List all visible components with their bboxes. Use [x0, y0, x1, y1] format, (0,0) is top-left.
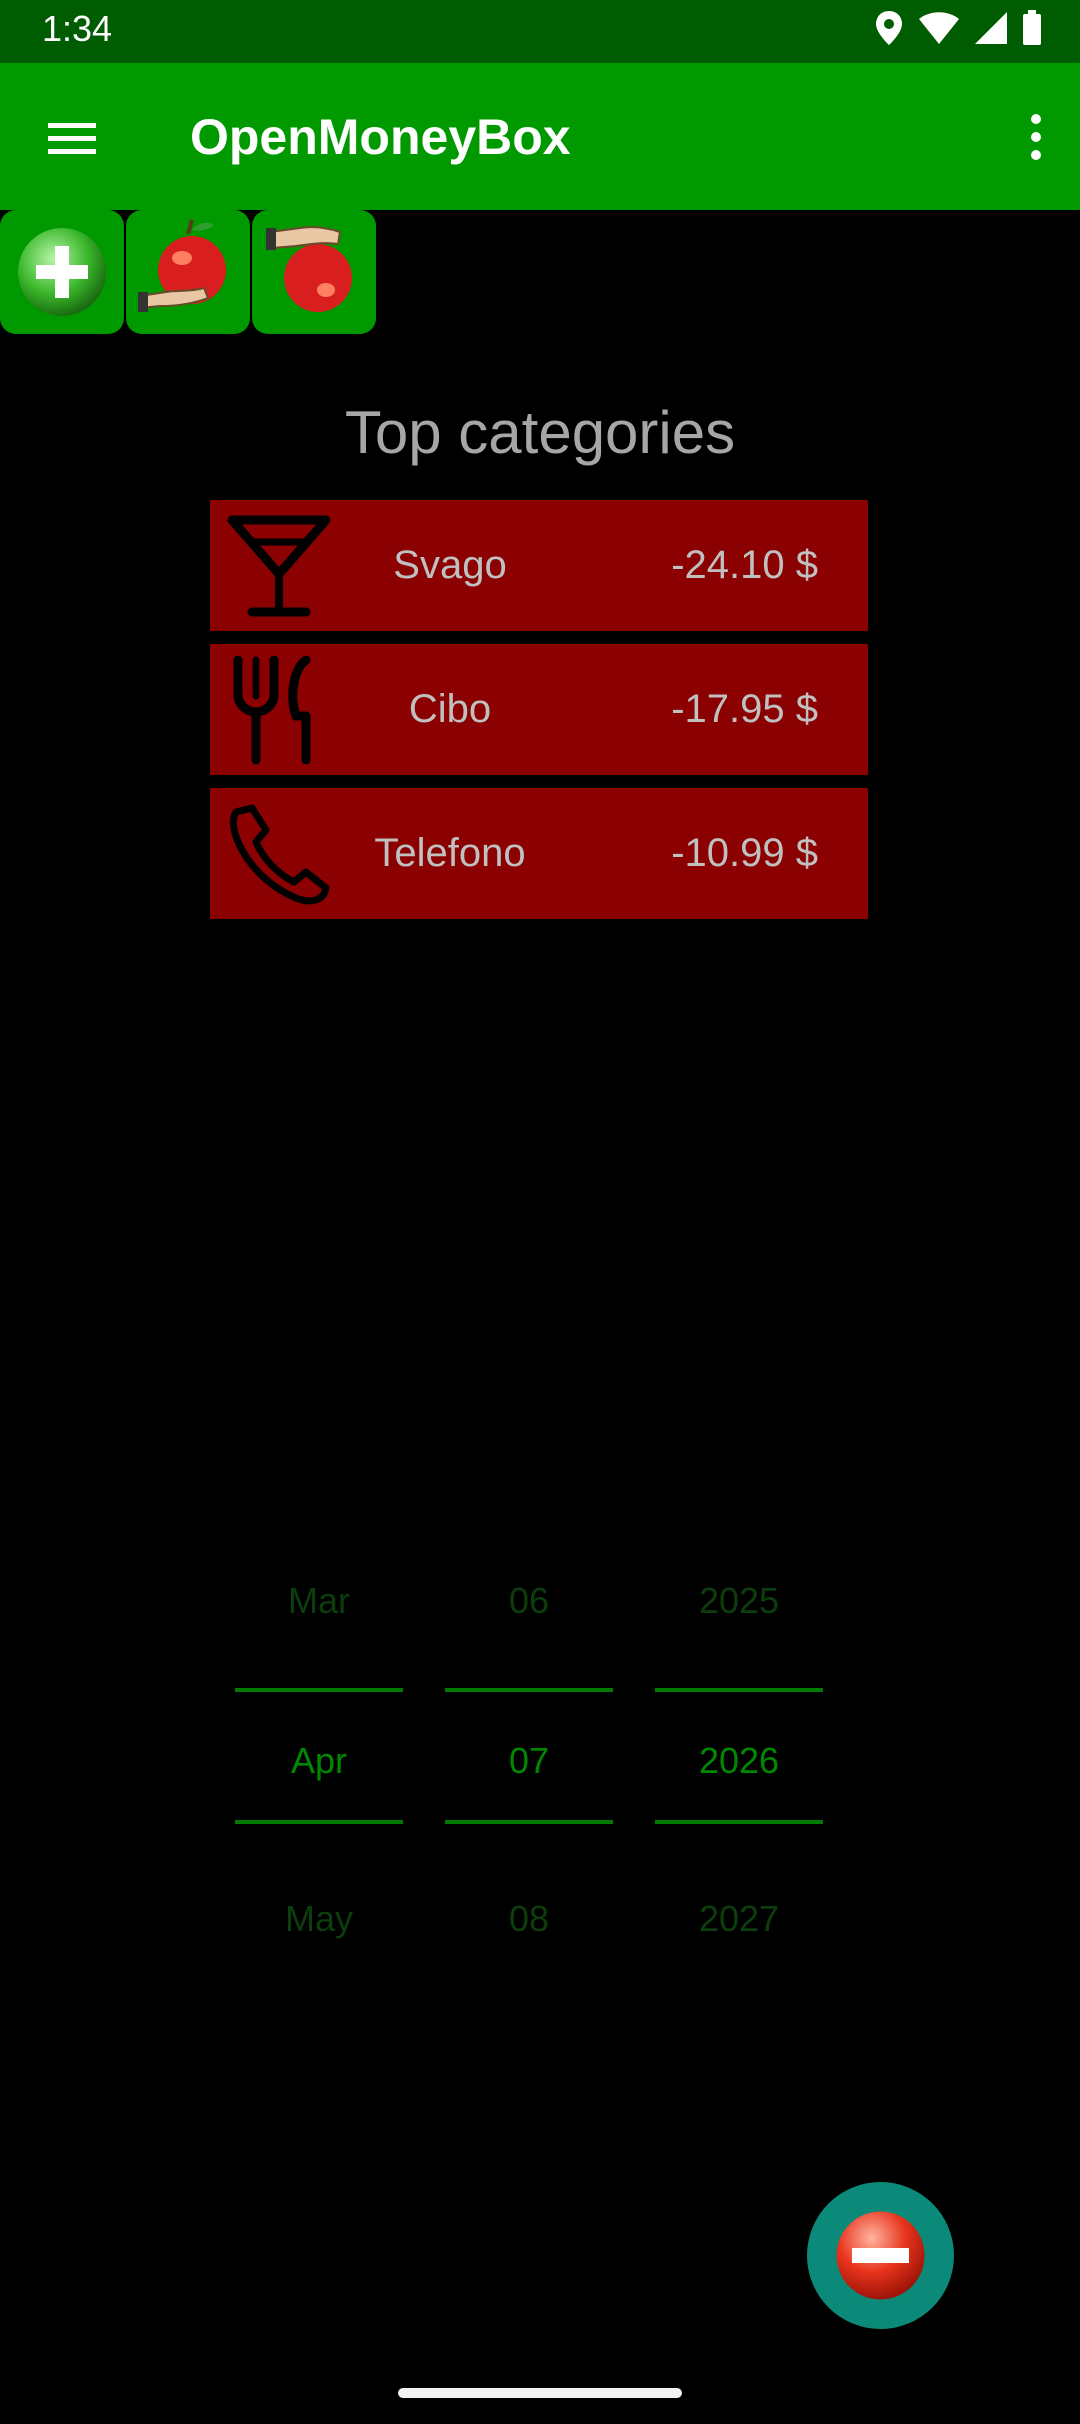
app-title: OpenMoneyBox [190, 109, 571, 165]
category-name: Telefono [374, 831, 526, 875]
phone-icon [229, 804, 330, 905]
app-bar: OpenMoneyBox [0, 63, 1080, 210]
overflow-menu-button[interactable] [996, 103, 1062, 169]
year-prev[interactable]: 2025 [655, 1560, 823, 1642]
add-operation-button[interactable] [0, 210, 124, 334]
status-time: 1:34 [42, 8, 113, 49]
home-indicator[interactable] [398, 2388, 682, 2398]
day-prev[interactable]: 06 [445, 1560, 613, 1642]
apple-receive-icon [138, 219, 226, 312]
category-amount: -17.95 $ [671, 687, 818, 731]
top-categories-title: Top categories [344, 399, 736, 466]
month-next[interactable]: May [235, 1878, 403, 1960]
category-name: Svago [393, 543, 507, 587]
apple-give-icon [266, 226, 352, 312]
minus-circle-icon [836, 2211, 925, 2300]
picker-divider [655, 1820, 823, 1824]
status-bar: 1:34 [0, 0, 1080, 63]
category-amount: -24.10 $ [671, 543, 818, 587]
receive-money-button[interactable] [126, 210, 250, 334]
cocktail-icon [227, 515, 331, 617]
battery-icon [1023, 10, 1041, 45]
day-current[interactable]: 07 [445, 1720, 613, 1802]
give-money-button[interactable] [252, 210, 376, 334]
month-current[interactable]: Apr [235, 1720, 403, 1802]
year-current[interactable]: 2026 [655, 1720, 823, 1802]
picker-divider [655, 1688, 823, 1692]
quick-actions [0, 210, 376, 334]
picker-divider [445, 1688, 613, 1692]
hamburger-menu-icon [48, 123, 98, 154]
remove-operation-fab[interactable] [807, 2182, 954, 2329]
signal-icon [975, 12, 1007, 44]
category-name: Cibo [408, 687, 492, 731]
picker-divider [235, 1688, 403, 1692]
status-icons [874, 10, 1042, 46]
category-row-telefono[interactable]: Telefono -10.99 $ [210, 788, 868, 919]
fork-knife-icon [233, 656, 311, 764]
menu-button[interactable] [30, 103, 116, 169]
plus-circle-icon [18, 228, 106, 316]
more-vert-icon [1031, 114, 1041, 160]
location-icon [876, 11, 902, 45]
picker-divider [445, 1820, 613, 1824]
wifi-icon [919, 12, 959, 44]
month-prev[interactable]: Mar [235, 1560, 403, 1642]
day-next[interactable]: 08 [445, 1878, 613, 1960]
year-next[interactable]: 2027 [655, 1878, 823, 1960]
category-row-cibo[interactable]: Cibo -17.95 $ [210, 644, 868, 775]
category-amount: -10.99 $ [671, 831, 818, 875]
picker-divider [235, 1820, 403, 1824]
category-row-svago[interactable]: Svago -24.10 $ [210, 500, 868, 631]
